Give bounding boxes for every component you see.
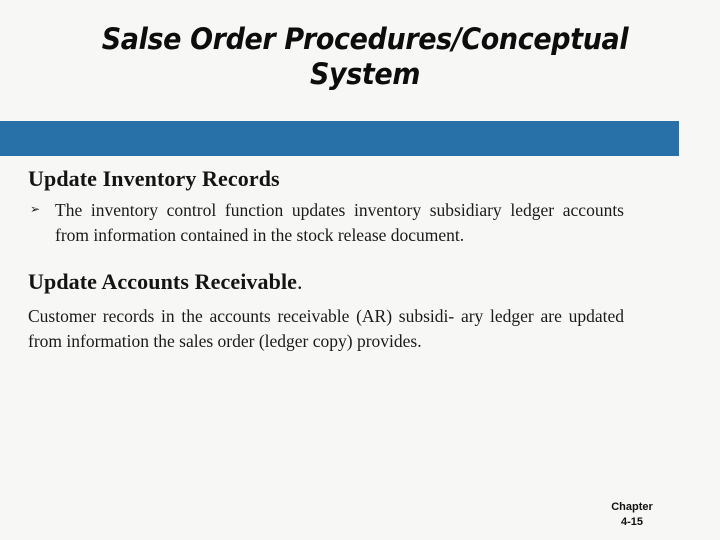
list-item-text: The inventory control function updates i… [55, 200, 624, 245]
bullet-list-inventory: ➢ The inventory control function updates… [28, 198, 624, 246]
slide-content: Update Inventory Records ➢ The inventory… [28, 166, 624, 354]
title-divider-bar [0, 121, 679, 156]
section-heading-period: . [297, 268, 303, 294]
section-accounts-receivable: Update Accounts Receivable. Customer rec… [28, 269, 624, 354]
section-heading-inventory: Update Inventory Records [28, 166, 280, 191]
footer-page-number: 4-15 [620, 516, 644, 529]
arrow-bullet-icon: ➢ [30, 202, 41, 217]
slide-footer: Chapter 4-15 [572, 500, 692, 530]
footer-chapter-label: Chapter [611, 501, 653, 514]
body-paragraph-accounts-receivable: Customer records in the accounts receiva… [28, 306, 624, 351]
list-item: ➢ The inventory control function updates… [28, 198, 624, 246]
section-heading-text: Update Accounts Receivable [28, 268, 298, 294]
slide: Salse Order Procedures/Conceptual System… [0, 0, 720, 540]
section-heading-accounts-receivable: Update Accounts Receivable. [28, 269, 624, 295]
slide-title: Salse Order Procedures/Conceptual System [101, 22, 629, 92]
